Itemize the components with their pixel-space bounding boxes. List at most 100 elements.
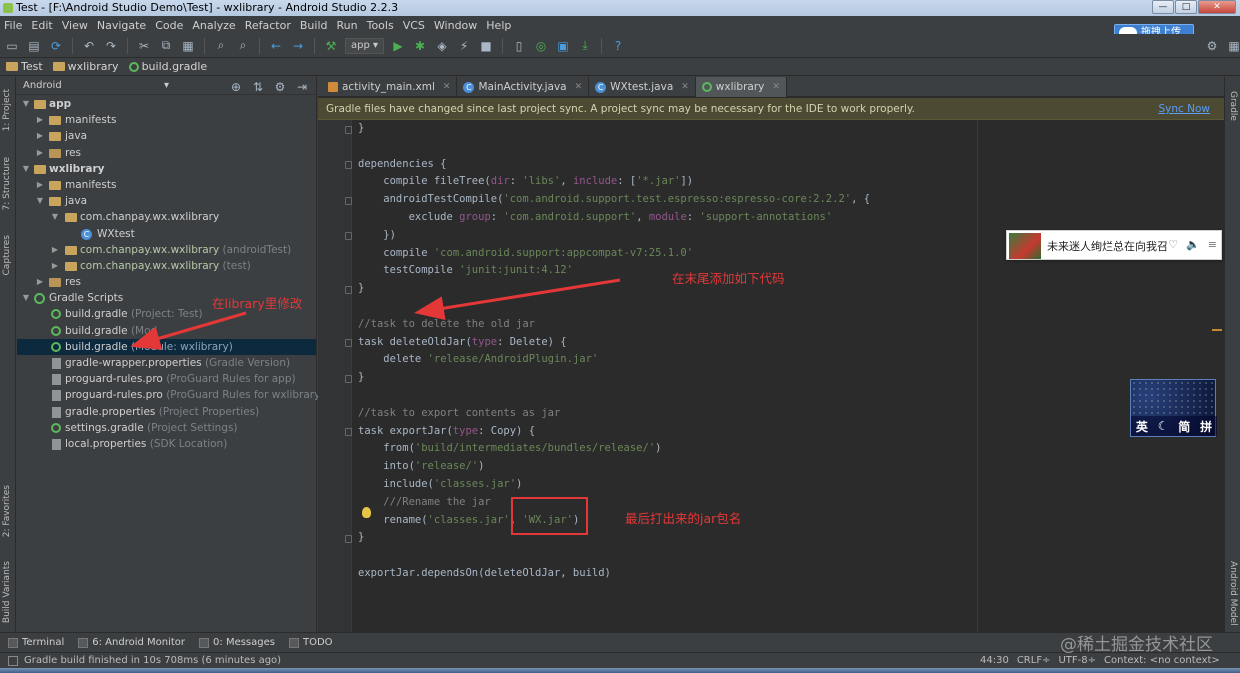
tree-item-gradle-wrapper[interactable]: gradle-wrapper.properties (Gradle Versio… — [17, 355, 316, 371]
tab-gradle-tool[interactable]: Gradle — [1228, 91, 1238, 121]
menu-vcs[interactable]: VCS — [403, 19, 425, 32]
stop-icon[interactable]: ■ — [478, 38, 494, 54]
menu-view[interactable]: View — [62, 19, 88, 32]
settings-gear-icon[interactable]: ⚙ — [272, 79, 288, 95]
attach-debugger-icon[interactable]: ◈ — [434, 38, 450, 54]
sdk-manager-icon[interactable]: ⤓ — [577, 38, 593, 54]
tab-wxtest-java[interactable]: C WXtest.java ✕ — [589, 77, 696, 97]
tree-item-build-gradle-app[interactable]: build.gradle (Mod — [17, 323, 316, 339]
fold-marker-icon[interactable] — [345, 339, 352, 347]
undo-icon[interactable]: ↶ — [81, 38, 97, 54]
menu-run[interactable]: Run — [337, 19, 358, 32]
fold-marker-icon[interactable] — [345, 161, 352, 169]
ime-toolbar[interactable]: 英 ☾ 简 拼 — [1130, 379, 1217, 437]
warning-stripe[interactable] — [1212, 329, 1222, 331]
close-tab-icon[interactable]: ✕ — [772, 82, 780, 92]
tree-item-res[interactable]: ▶ res — [17, 274, 316, 290]
tab-android-model-tool[interactable]: Android Model — [1228, 561, 1238, 626]
editor-scrollbar[interactable] — [1211, 120, 1224, 632]
open-folder-icon[interactable]: ▭ — [4, 38, 20, 54]
tab-project-tool[interactable]: 1: Project — [2, 89, 12, 131]
breadcrumb-project[interactable]: Test — [6, 60, 43, 73]
collapse-all-icon[interactable]: ⇅ — [250, 79, 266, 95]
menu-build[interactable]: Build — [300, 19, 328, 32]
tree-item-app[interactable]: ▼ app — [17, 96, 316, 112]
collapse-arrow-icon[interactable]: ▶ — [50, 242, 60, 258]
heart-icon[interactable]: ♡ — [1168, 238, 1178, 251]
minimize-button[interactable]: — — [1152, 0, 1174, 14]
caret-position[interactable]: 44:30 — [980, 653, 1009, 668]
expand-arrow-icon[interactable]: ▼ — [21, 161, 31, 177]
grid-icon[interactable]: ▦ — [1226, 38, 1240, 54]
project-view-select[interactable]: Android — [23, 80, 173, 91]
code-editor[interactable]: } dependencies { compile fileTree(dir: '… — [352, 120, 977, 632]
apply-changes-icon[interactable]: ⚡ — [456, 38, 472, 54]
menu-file[interactable]: File — [4, 19, 22, 32]
fold-marker-icon[interactable] — [345, 126, 352, 134]
tree-item-settings-gradle[interactable]: settings.gradle (Project Settings) — [17, 420, 316, 436]
messages-tool-button[interactable]: 0: Messages — [199, 637, 275, 648]
avd-manager-icon[interactable]: ▯ — [511, 38, 527, 54]
help-icon[interactable]: ? — [610, 38, 626, 54]
terminal-tool-button[interactable]: Terminal — [8, 637, 64, 648]
fold-marker-icon[interactable] — [345, 232, 352, 240]
tab-favorites-tool[interactable]: 2: Favorites — [2, 485, 12, 537]
tree-item-manifests[interactable]: ▶ manifests — [17, 112, 316, 128]
hide-panel-icon[interactable]: ⇥ — [294, 79, 310, 95]
tab-wxlibrary[interactable]: wxlibrary ✕ — [695, 77, 787, 97]
tree-item-res[interactable]: ▶ res — [17, 145, 316, 161]
android-monitor-tool-button[interactable]: 6: Android Monitor — [78, 637, 185, 648]
menu-analyze[interactable]: Analyze — [192, 19, 235, 32]
forward-icon[interactable]: → — [290, 38, 306, 54]
replace-icon[interactable]: ⌕ — [235, 38, 251, 54]
menu-code[interactable]: Code — [155, 19, 183, 32]
tree-item-wxtest[interactable]: C WXtest — [17, 226, 316, 242]
todo-tool-button[interactable]: TODO — [288, 637, 333, 648]
close-button[interactable]: ✕ — [1198, 0, 1236, 14]
music-notification[interactable]: 未来迷人绚烂总在向我召 ♡ 🔈 ≡ — [1006, 230, 1222, 260]
ime-english-toggle[interactable]: 英 — [1136, 418, 1148, 435]
collapse-arrow-icon[interactable]: ▶ — [35, 112, 45, 128]
ime-pinyin-toggle[interactable]: 拼 — [1200, 418, 1212, 435]
fold-marker-icon[interactable] — [345, 197, 352, 205]
make-project-icon[interactable]: ⚒ — [323, 38, 339, 54]
gear-icon[interactable]: ⚙ — [1204, 38, 1220, 54]
menu-window[interactable]: Window — [434, 19, 477, 32]
tab-captures-tool[interactable]: Captures — [2, 235, 12, 275]
run-icon[interactable]: ▶ — [390, 38, 406, 54]
file-encoding[interactable]: UTF-8÷ — [1058, 653, 1096, 668]
volume-icon[interactable]: 🔈 — [1186, 238, 1200, 251]
redo-icon[interactable]: ↷ — [103, 38, 119, 54]
collapse-arrow-icon[interactable]: ▶ — [35, 274, 45, 290]
project-structure-icon[interactable]: ▣ — [555, 38, 571, 54]
menu-edit[interactable]: Edit — [31, 19, 52, 32]
tree-item-java[interactable]: ▼ java — [17, 193, 316, 209]
fold-marker-icon[interactable] — [345, 286, 352, 294]
save-all-icon[interactable]: ▤ — [26, 38, 42, 54]
expand-arrow-icon[interactable]: ▼ — [21, 96, 31, 112]
expand-arrow-icon[interactable]: ▼ — [21, 290, 31, 306]
tree-item-build-gradle-wxlibrary[interactable]: build.gradle (Module: wxlibrary) — [17, 338, 316, 355]
tree-item-package-test[interactable]: ▶ com.chanpay.wx.wxlibrary (test) — [17, 258, 316, 274]
breadcrumb-file[interactable]: build.gradle — [128, 60, 207, 73]
menu-help[interactable]: Help — [486, 19, 511, 32]
tree-item-proguard-app[interactable]: proguard-rules.pro (ProGuard Rules for a… — [17, 371, 316, 387]
line-separator[interactable]: CRLF÷ — [1017, 653, 1051, 668]
find-icon[interactable]: ⌕ — [213, 38, 229, 54]
tab-activity-main-xml[interactable]: activity_main.xml ✕ — [322, 77, 458, 97]
collapse-arrow-icon[interactable]: ▶ — [35, 177, 45, 193]
fold-marker-icon[interactable] — [345, 535, 352, 543]
sync-icon[interactable]: ⟳ — [48, 38, 64, 54]
tree-item-wxlibrary[interactable]: ▼ wxlibrary — [17, 161, 316, 177]
ime-simplified-toggle[interactable]: 简 — [1178, 418, 1190, 435]
copy-icon[interactable]: ⧉ — [158, 38, 174, 54]
menu-tools[interactable]: Tools — [367, 19, 394, 32]
maximize-button[interactable]: □ — [1175, 0, 1197, 14]
run-config-select[interactable]: app ▾ — [345, 37, 385, 54]
back-icon[interactable]: ← — [268, 38, 284, 54]
close-tab-icon[interactable]: ✕ — [575, 82, 583, 92]
tree-item-package-androidtest[interactable]: ▶ com.chanpay.wx.wxlibrary (androidTest) — [17, 242, 316, 258]
tree-item-proguard-wxlibrary[interactable]: proguard-rules.pro (ProGuard Rules for w… — [17, 387, 324, 403]
scroll-from-source-icon[interactable]: ⊕ — [228, 79, 244, 95]
tree-item-package[interactable]: ▼ com.chanpay.wx.wxlibrary — [17, 209, 316, 225]
